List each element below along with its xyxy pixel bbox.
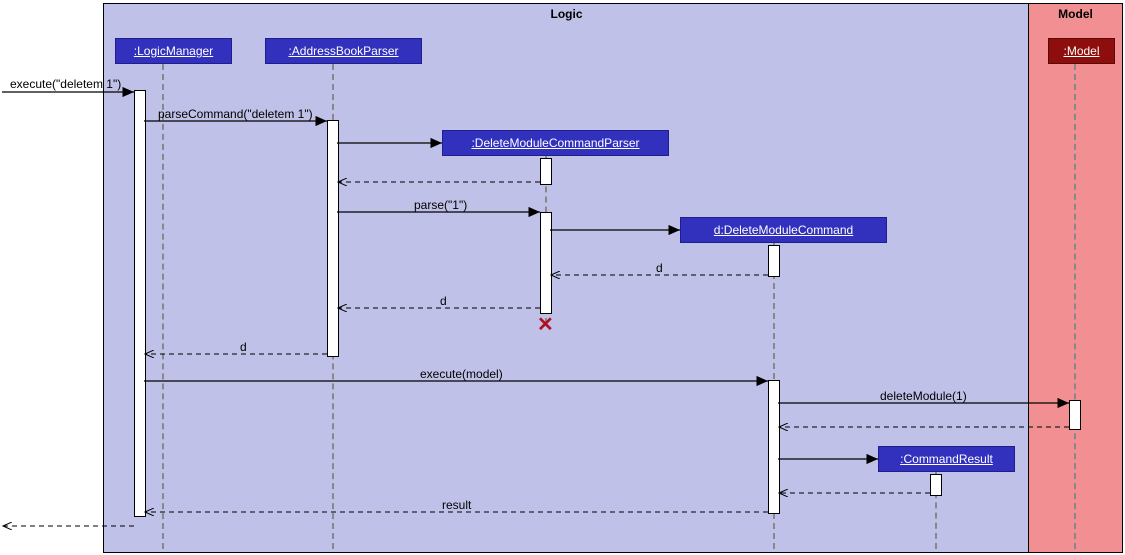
msg-execute-deletem: execute("deletem 1"): [10, 77, 121, 91]
activation-dmc-create: [768, 245, 780, 277]
activation-abp: [327, 120, 339, 357]
activation-model: [1069, 400, 1081, 430]
destroy-icon: ✕: [537, 312, 554, 337]
activation-logic-manager: [134, 90, 146, 517]
msg-return-d3: d: [240, 340, 247, 354]
msg-execute-model: execute(model): [420, 367, 503, 381]
participant-model: :Model: [1048, 38, 1115, 64]
activation-dmcp-create: [540, 158, 552, 185]
participant-delete-module-command-parser: :DeleteModuleCommandParser: [442, 130, 669, 156]
msg-parse-command: parseCommand("deletem 1"): [158, 107, 313, 121]
participant-logic-manager: :LogicManager: [115, 38, 232, 64]
msg-parse-one: parse("1"): [414, 198, 467, 212]
lifeline-logic-manager: [162, 64, 164, 549]
participant-delete-module-command: d:DeleteModuleCommand: [680, 217, 887, 243]
participant-address-book-parser: :AddressBookParser: [265, 38, 422, 64]
logic-region-title: Logic: [104, 7, 1029, 21]
msg-return-d1: d: [656, 261, 663, 275]
activation-dmc-execute: [768, 380, 780, 514]
activation-cmdresult: [930, 474, 942, 496]
msg-result: result: [442, 498, 471, 512]
lifeline-model: [1074, 64, 1076, 549]
activation-dmcp-parse: [540, 212, 552, 314]
model-region-title: Model: [1029, 7, 1122, 21]
msg-delete-module: deleteModule(1): [880, 389, 967, 403]
msg-return-d2: d: [440, 294, 447, 308]
sequence-diagram: Logic Model :LogicManager :AddressBookPa…: [0, 0, 1125, 555]
participant-command-result: :CommandResult: [878, 446, 1015, 472]
